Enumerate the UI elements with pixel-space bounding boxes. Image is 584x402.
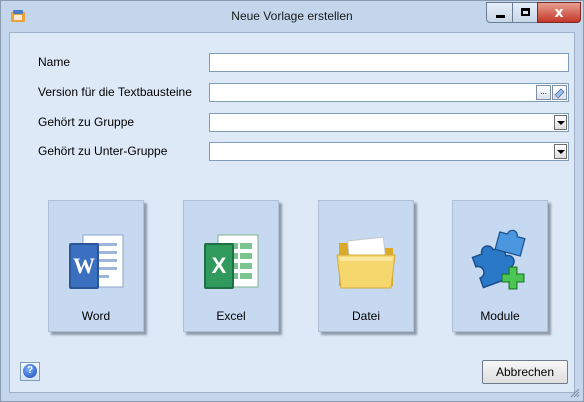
version-label: Version für die Textbausteine [38, 85, 192, 99]
subgroup-dropdown-arrow-icon[interactable] [554, 144, 567, 159]
maximize-button[interactable] [512, 2, 538, 23]
resize-grip-icon[interactable] [570, 388, 580, 398]
excel-tile-label: Excel [216, 309, 246, 323]
svg-text:X: X [212, 253, 227, 278]
minimize-button[interactable] [486, 2, 513, 23]
dialog-window: Neue Vorlage erstellen x Name Version fü… [0, 0, 584, 402]
browse-button[interactable]: ... [536, 85, 551, 100]
maximize-icon [521, 8, 530, 16]
file-tile-button[interactable]: Datei [318, 200, 414, 332]
title-bar[interactable]: Neue Vorlage erstellen x [1, 1, 583, 31]
module-tile-label: Module [480, 309, 520, 323]
minimize-icon [496, 15, 505, 18]
excel-tile-button[interactable]: X Excel [183, 200, 279, 332]
help-icon: ? [23, 364, 37, 378]
subgroup-label: Gehört zu Unter-Gruppe [38, 144, 168, 158]
version-field[interactable]: ... [209, 83, 569, 102]
edit-button[interactable] [552, 85, 567, 100]
group-dropdown[interactable] [209, 113, 569, 132]
close-icon: x [554, 5, 564, 21]
file-tile-label: Datei [351, 309, 380, 323]
group-dropdown-arrow-icon[interactable] [554, 115, 567, 130]
word-tile-button[interactable]: W Word [48, 200, 144, 332]
eraser-icon [554, 88, 565, 99]
help-button[interactable]: ? [20, 362, 40, 381]
dialog-content: Name Version für die Textbausteine ... G… [9, 32, 575, 393]
folder-icon [336, 236, 396, 289]
name-label: Name [38, 55, 71, 69]
word-icon: W [69, 234, 124, 289]
close-button[interactable]: x [537, 2, 581, 23]
group-label: Gehört zu Gruppe [38, 115, 135, 129]
puzzle-add-icon [471, 229, 526, 290]
svg-text:W: W [73, 253, 95, 278]
name-field[interactable] [209, 53, 569, 72]
subgroup-dropdown[interactable] [209, 142, 569, 161]
word-tile-label: Word [81, 309, 111, 323]
module-tile-button[interactable]: Module [452, 200, 548, 332]
cancel-button[interactable]: Abbrechen [482, 360, 568, 384]
excel-icon: X [204, 234, 259, 289]
